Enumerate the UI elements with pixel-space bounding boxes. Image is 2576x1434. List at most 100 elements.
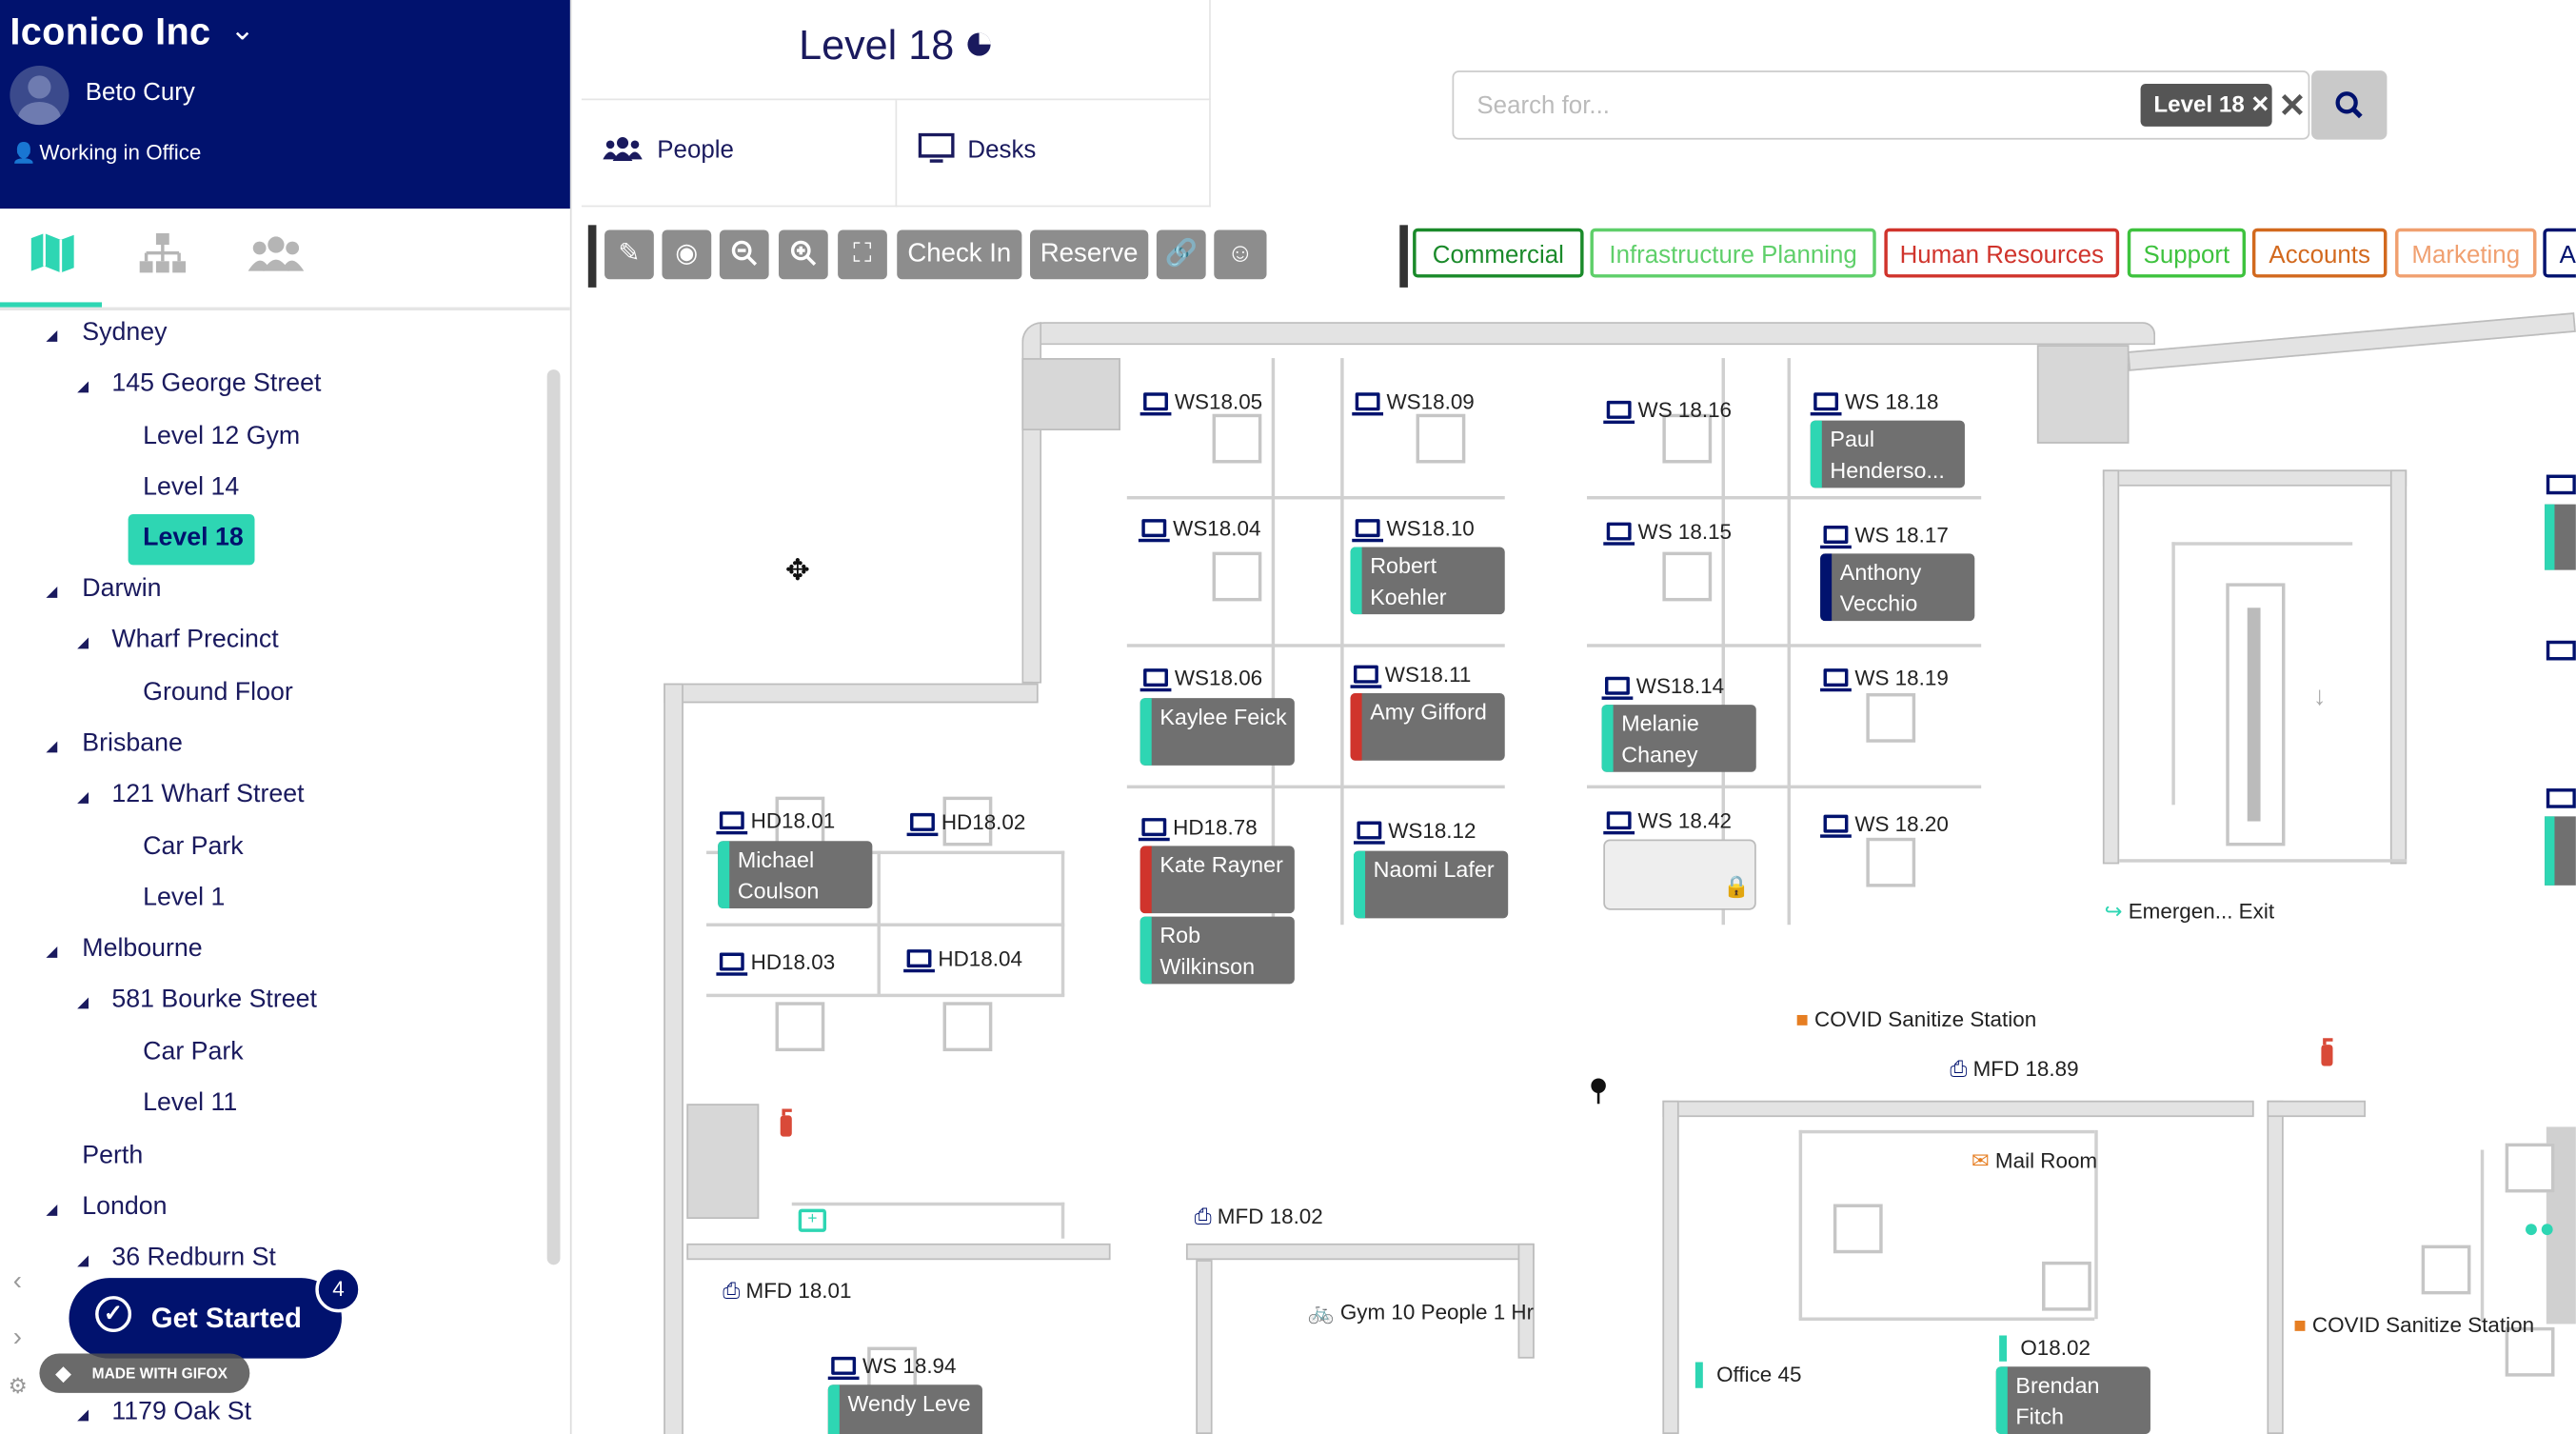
office-label[interactable]: ▌ O18.02: [1999, 1334, 2091, 1362]
tree-item[interactable]: Car Park: [143, 1038, 244, 1067]
workstation-label[interactable]: WS 18.15: [1603, 519, 1732, 546]
person-card-partial[interactable]: [2545, 816, 2576, 886]
expand-icon[interactable]: ◢: [46, 943, 57, 961]
person-card[interactable]: Robert Koehler: [1350, 547, 1505, 615]
team-icon[interactable]: [243, 231, 308, 284]
expand-icon[interactable]: ◢: [77, 788, 89, 807]
tree-item[interactable]: Brisbane: [82, 729, 183, 759]
zoom-in-button[interactable]: [778, 229, 828, 280]
sidebar-scrollbar[interactable]: [546, 369, 561, 1265]
person-card[interactable]: Naomi Lafer: [1353, 850, 1509, 919]
department-filter[interactable]: A: [2543, 228, 2576, 278]
tab-desks[interactable]: Desks: [895, 100, 1211, 208]
desk[interactable]: [2042, 1261, 2091, 1311]
workstation-label[interactable]: WS18.09: [1352, 389, 1475, 416]
gym-label[interactable]: 🚲 Gym 10 People 1 Hr: [1308, 1298, 1534, 1325]
status-text[interactable]: Working in Office: [39, 140, 201, 165]
printer-label[interactable]: ⎙ MFD 18.89: [1950, 1055, 2078, 1083]
search-button[interactable]: [2311, 70, 2388, 140]
edit-button[interactable]: ✎: [604, 229, 654, 280]
covid-station-label[interactable]: ■ COVID Sanitize Station: [2293, 1311, 2534, 1339]
workstation-label[interactable]: HD18.04: [903, 946, 1022, 973]
workstation-label[interactable]: HD18.01: [716, 808, 835, 835]
person-card[interactable]: Kate Rayner: [1139, 846, 1295, 914]
workstation-label[interactable]: WS18.11: [1350, 662, 1471, 688]
tree-item[interactable]: Ground Floor: [143, 678, 293, 707]
desk[interactable]: [1866, 837, 1916, 887]
tree-item[interactable]: Wharf Precinct: [111, 626, 278, 655]
chevron-down-icon[interactable]: ⌄: [230, 13, 255, 48]
workstation-label[interactable]: WS 18.94: [827, 1353, 957, 1381]
department-filter[interactable]: Accounts: [2251, 228, 2388, 278]
expand-icon[interactable]: ◢: [46, 583, 57, 601]
expand-icon[interactable]: ◢: [46, 1201, 57, 1219]
chevron-right-icon[interactable]: ›: [13, 1324, 22, 1353]
workstation-label[interactable]: WS18.06: [1139, 666, 1262, 692]
desk[interactable]: [1212, 413, 1262, 464]
map-icon[interactable]: [20, 231, 86, 284]
expand-icon[interactable]: ◢: [46, 327, 57, 345]
expand-icon[interactable]: ◢: [77, 1406, 89, 1424]
tree-item[interactable]: Melbourne: [82, 935, 202, 965]
office-label[interactable]: ▌ Office 45: [1695, 1360, 1802, 1387]
person-card[interactable]: Anthony Vecchio: [1820, 553, 1975, 622]
expand-icon[interactable]: ◢: [46, 738, 57, 756]
get-started-button[interactable]: ✓ Get Started: [69, 1278, 342, 1359]
desk[interactable]: [1662, 551, 1713, 602]
reserve-button[interactable]: Reserve: [1030, 229, 1149, 280]
fullscreen-button[interactable]: ⛶: [838, 229, 887, 280]
workstation-label[interactable]: WS 18.16: [1603, 397, 1732, 425]
pie-chart-icon[interactable]: [965, 31, 992, 58]
tree-item[interactable]: Level 14: [143, 473, 239, 503]
workstation-label[interactable]: WS 18.20: [1820, 811, 1949, 838]
workstation-label[interactable]: HD18.02: [906, 809, 1025, 837]
workstation-label[interactable]: WS18.05: [1139, 389, 1262, 416]
emergency-exit-label[interactable]: ↪ Emergen... Exit: [2105, 897, 2274, 925]
workstation-label[interactable]: HD18.03: [716, 949, 835, 976]
person-card[interactable]: Paul Henderso...: [1810, 420, 1965, 488]
tree-item[interactable]: Darwin: [82, 575, 161, 605]
expand-icon[interactable]: ◢: [77, 634, 89, 652]
tree-item[interactable]: 145 George Street: [111, 369, 321, 399]
tree-item[interactable]: Level 12 Gym: [143, 422, 300, 451]
desk[interactable]: [1416, 413, 1466, 464]
mail-room-label[interactable]: ✉ Mail Room: [1972, 1146, 2097, 1174]
locate-button[interactable]: ◉: [662, 229, 712, 280]
workstation-label[interactable]: WS 18.19: [1820, 666, 1949, 692]
printer-label[interactable]: ⎙ MFD 18.01: [723, 1276, 851, 1304]
covid-station-label[interactable]: ■ COVID Sanitize Station: [1795, 1006, 2036, 1033]
desk[interactable]: [775, 796, 825, 846]
department-filter[interactable]: Human Resources: [1884, 228, 2120, 278]
filter-chip[interactable]: Level 18 ✕: [2140, 83, 2272, 127]
person-card[interactable]: Michael Coulson: [718, 841, 873, 908]
printer-label[interactable]: ⎙ MFD 18.02: [1195, 1203, 1323, 1230]
desk[interactable]: [942, 1002, 993, 1052]
tab-people[interactable]: People: [581, 100, 898, 208]
user-circle-button[interactable]: ☺: [1214, 229, 1267, 280]
person-card-partial[interactable]: [2545, 504, 2576, 570]
desk[interactable]: [2421, 1245, 2471, 1295]
desk[interactable]: [942, 796, 993, 846]
workstation-label[interactable]: WS 18.18: [1810, 389, 1938, 416]
desk[interactable]: [867, 1346, 917, 1397]
desk[interactable]: [1833, 1204, 1883, 1254]
tree-item[interactable]: Level 11: [143, 1089, 237, 1119]
department-filter[interactable]: Marketing: [2395, 228, 2537, 278]
department-filter[interactable]: Support: [2127, 228, 2247, 278]
person-card[interactable]: Wendy Leve: [827, 1384, 982, 1434]
tree-item[interactable]: 121 Wharf Street: [111, 780, 304, 809]
desk[interactable]: [2505, 1326, 2555, 1377]
tree-item[interactable]: Sydney: [82, 319, 167, 349]
check-in-button[interactable]: Check In: [897, 229, 1022, 280]
department-filter[interactable]: Infrastructure Planning: [1590, 228, 1876, 278]
tree-item[interactable]: Car Park: [143, 833, 244, 863]
workstation-label[interactable]: WS18.14: [1601, 673, 1724, 700]
department-filter[interactable]: Commercial: [1413, 228, 1584, 278]
link-button[interactable]: 🔗: [1156, 229, 1206, 280]
desk[interactable]: [1662, 413, 1713, 464]
person-card[interactable]: Kaylee Feick: [1139, 698, 1295, 766]
desk[interactable]: [2505, 1143, 2555, 1193]
clear-search-icon[interactable]: ✕: [2279, 86, 2307, 127]
person-card[interactable]: Rob Wilkinson: [1139, 916, 1295, 985]
person-card[interactable]: Melanie Chaney: [1601, 705, 1756, 772]
